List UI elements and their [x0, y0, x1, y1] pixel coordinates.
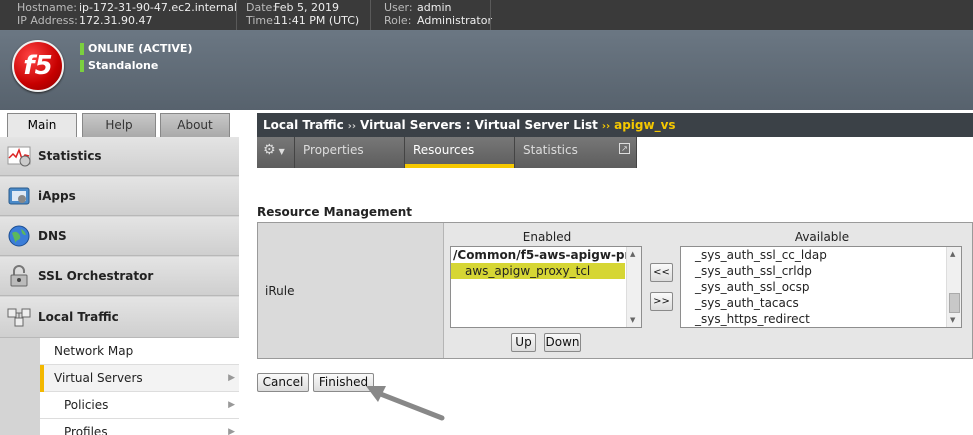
sidebar-item-label: DNS [38, 229, 67, 243]
header-banner: f5 ONLINE (ACTIVE) Standalone [0, 30, 973, 110]
enabled-header: Enabled [522, 230, 572, 244]
move-left-button[interactable]: << [650, 263, 673, 282]
move-right-button[interactable]: >> [650, 292, 673, 311]
tab-properties[interactable]: Properties [295, 137, 405, 168]
role-label: Role: [384, 14, 412, 27]
sidebar-subitem-profiles[interactable]: Profiles ▶ [40, 419, 239, 435]
scrollbar[interactable]: ▲ ▼ [626, 247, 641, 327]
scrollbar-thumb[interactable] [949, 293, 960, 313]
sidebar-item-iapps[interactable]: iApps [0, 177, 239, 216]
sidebar-item-label: iApps [38, 189, 76, 203]
chevron-right-icon: ▶ [228, 427, 235, 435]
list-item[interactable]: aws_apigw_proxy_tcl [451, 263, 625, 279]
user-info: User: admin Role: Administrator [384, 0, 492, 27]
sidebar-item-local-traffic[interactable]: Local Traffic [0, 297, 239, 338]
f5-logo[interactable]: f5 [12, 40, 64, 92]
divider [370, 0, 371, 30]
system-info-bar: Hostname: ip-172-31-90-47.ec2.internal IP… [0, 0, 973, 30]
host-info: Hostname: ip-172-31-90-47.ec2.internal IP… [17, 0, 237, 27]
divider [490, 0, 491, 30]
scrollbar[interactable]: ▲ ▼ [946, 247, 961, 327]
chevron-down-icon: ▼ [278, 147, 285, 156]
irule-label: iRule [265, 284, 295, 298]
cancel-button[interactable]: Cancel [257, 373, 309, 392]
scroll-down-icon[interactable]: ▼ [630, 316, 635, 324]
tab-main[interactable]: Main [7, 113, 77, 138]
sidebar-item-ssl-orchestrator[interactable]: SSL Orchestrator [0, 257, 239, 296]
sidebar-item-dns[interactable]: DNS [0, 217, 239, 256]
gear-menu-button[interactable]: ⚙ ▼ [257, 137, 295, 168]
ip-value: 172.31.90.47 [79, 14, 153, 27]
list-item[interactable]: _sys_auth_ssl_ocsp [681, 279, 961, 295]
hostname-value: ip-172-31-90-47.ec2.internal [79, 1, 237, 14]
breadcrumb-local-traffic[interactable]: Local Traffic [263, 118, 344, 132]
popout-icon[interactable]: ↗ [619, 143, 630, 154]
main-tabs: Main Help About [0, 110, 240, 138]
breadcrumb: Local Traffic ›› Virtual Servers : Virtual… [257, 113, 973, 137]
subitem-label: Policies [64, 398, 109, 412]
breadcrumb-separator: ›› [347, 121, 357, 132]
chevron-right-icon: ▶ [228, 400, 235, 410]
datetime-info: Date:Feb 5, 2019 Time:11:41 PM (UTC) [246, 0, 359, 27]
sidebar-item-label: Local Traffic [38, 310, 119, 324]
list-item[interactable]: _sys_https_redirect [681, 311, 961, 327]
user-label: User: [384, 1, 413, 14]
role-value: Administrator [417, 14, 492, 27]
user-value: admin [417, 1, 452, 14]
statistics-icon [7, 145, 31, 167]
tab-help[interactable]: Help [82, 113, 156, 137]
scroll-down-icon[interactable]: ▼ [950, 316, 955, 324]
down-button[interactable]: Down [544, 333, 581, 352]
breadcrumb-separator: ›› [601, 121, 611, 132]
device-mode: Standalone [80, 59, 158, 73]
iapps-icon [7, 185, 31, 207]
sidebar-item-label: Statistics [38, 149, 102, 163]
section-title: Resource Management [257, 205, 412, 219]
tab-statistics[interactable]: Statistics ↗ [515, 137, 637, 168]
gear-icon: ⚙ [263, 142, 276, 158]
sidebar: Statistics iApps DNS SSL Orchestrator Lo… [0, 137, 239, 435]
subitem-label: Profiles [64, 425, 108, 435]
available-header: Available [794, 230, 850, 244]
globe-icon [7, 225, 31, 247]
tab-resources[interactable]: Resources [405, 137, 515, 168]
list-item[interactable]: _sys_auth_tacacs [681, 295, 961, 311]
lock-icon [7, 265, 31, 287]
up-button[interactable]: Up [511, 333, 536, 352]
breadcrumb-virtual-server-list[interactable]: Virtual Servers : Virtual Server List [360, 118, 598, 132]
annotation-arrow-icon [366, 386, 445, 421]
network-icon [7, 305, 31, 327]
resource-management-table: iRule Enabled Available /Common/f5-aws-a… [257, 222, 973, 359]
sidebar-subitem-virtual-servers[interactable]: Virtual Servers ▶ [40, 365, 239, 392]
list-item[interactable]: _sys_auth_ssl_cc_ldap [681, 247, 961, 263]
date-value: Feb 5, 2019 [274, 1, 339, 14]
hostname-label: Hostname: [17, 1, 77, 14]
breadcrumb-current: apigw_vs [614, 118, 676, 132]
list-item[interactable]: /Common/f5-aws-apigw-proxy [451, 247, 641, 263]
sidebar-item-statistics[interactable]: Statistics [0, 137, 239, 176]
date-label: Date: [246, 1, 276, 14]
available-irules-list[interactable]: _sys_auth_ssl_cc_ldap _sys_auth_ssl_crld… [680, 246, 962, 328]
device-status: ONLINE (ACTIVE) [80, 42, 192, 56]
subitem-label: Network Map [54, 344, 134, 358]
scroll-up-icon[interactable]: ▲ [630, 250, 635, 258]
sidebar-subitem-network-map[interactable]: Network Map [40, 338, 239, 365]
chevron-right-icon: ▶ [228, 373, 235, 383]
time-label: Time: [246, 14, 277, 27]
tab-label: Statistics [523, 143, 578, 157]
irule-label-cell: iRule [258, 223, 444, 358]
sidebar-item-label: SSL Orchestrator [38, 269, 154, 283]
scroll-up-icon[interactable]: ▲ [950, 250, 955, 258]
list-item[interactable]: _sys_auth_ssl_crldp [681, 263, 961, 279]
enabled-irules-list[interactable]: /Common/f5-aws-apigw-proxy aws_apigw_pro… [450, 246, 642, 328]
sidebar-subitem-policies[interactable]: Policies ▶ [40, 392, 239, 419]
divider [236, 0, 237, 30]
time-value: 11:41 PM (UTC) [274, 14, 360, 27]
subitem-label: Virtual Servers [54, 371, 143, 385]
ip-label: IP Address: [17, 14, 78, 27]
tab-about[interactable]: About [160, 113, 230, 137]
